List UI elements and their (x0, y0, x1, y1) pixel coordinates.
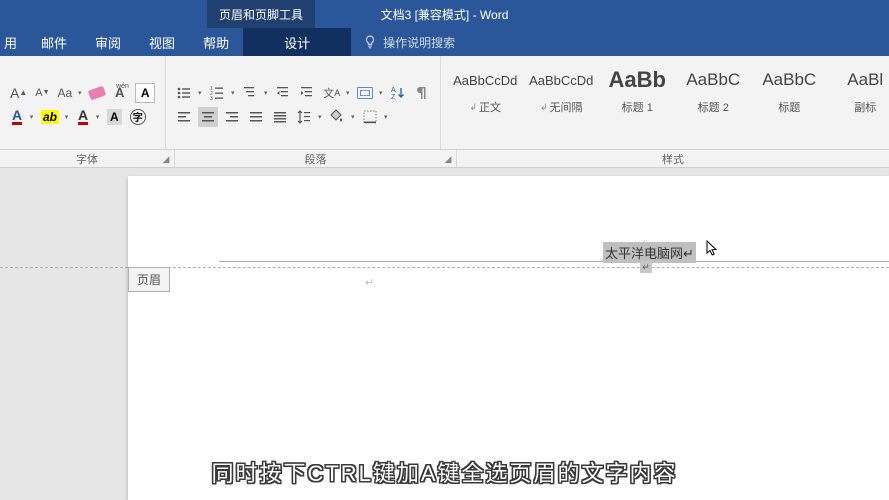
group-styles: AaBbCcDd↲正文AaBbCcDd↲无间隔AaBb标题 1AaBbC标题 2… (441, 56, 889, 149)
header-boundary-left (0, 267, 128, 268)
style-name-label: 标题 2 (698, 99, 729, 115)
tab-help[interactable]: 帮助 (189, 28, 243, 56)
clear-formatting-button[interactable] (87, 83, 107, 103)
paragraph-mark-icon: ↵ (365, 276, 374, 289)
increase-indent-button[interactable] (297, 83, 317, 103)
style-sample: AaBb (609, 61, 666, 99)
chevron-down-icon[interactable]: ▾ (262, 83, 269, 103)
distributed-button[interactable] (270, 107, 290, 127)
style-tile-3[interactable]: AaBbC标题 2 (679, 60, 747, 116)
tab-design[interactable]: 设计 (243, 28, 351, 56)
style-name-label: 副标 (854, 99, 876, 115)
style-sample: AaBl (847, 61, 883, 99)
ribbon-group-labels: 字体 ◢ 段落 ◢ 样式 (0, 150, 889, 168)
group-label-styles: 样式 (457, 150, 889, 167)
mouse-cursor-icon (705, 240, 721, 261)
chevron-down-icon[interactable]: ▾ (349, 107, 356, 127)
tell-me-search[interactable]: 操作说明搜索 (363, 34, 455, 51)
header-underline (219, 238, 889, 262)
change-case-button[interactable]: Aa (56, 83, 75, 103)
style-name-label: ↲正文 (469, 99, 501, 115)
header-boundary-line (128, 267, 889, 268)
highlight-button[interactable]: ab (39, 107, 61, 127)
tab-partial[interactable]: 用 (0, 28, 27, 56)
style-name-label: ↲无间隔 (540, 99, 583, 115)
chevron-down-icon[interactable]: ▾ (382, 107, 389, 127)
window-title: 文档3 [兼容模式] - Word (0, 6, 889, 23)
lightbulb-icon (363, 35, 377, 49)
document-workarea: 太平洋电脑网↵ ↵ ↵ 页眉 同时按下CTRL键加A键全选页眉的文字内容 (0, 168, 889, 500)
borders-button[interactable] (360, 107, 380, 127)
chevron-down-icon[interactable]: ▾ (229, 83, 236, 103)
multilevel-list-button[interactable] (240, 83, 260, 103)
ribbon-tabs: 用 邮件 审阅 视图 帮助 设计 操作说明搜索 (0, 28, 889, 56)
style-sample: AaBbCcDd (529, 61, 593, 99)
video-caption: 同时按下CTRL键加A键全选页眉的文字内容 (0, 456, 889, 488)
style-tile-1[interactable]: AaBbCcDd↲无间隔 (527, 60, 595, 116)
style-sample: AaBbCcDd (453, 61, 517, 99)
font-color-2-button[interactable]: A (74, 107, 92, 127)
style-name-label: 标题 1 (622, 99, 653, 115)
svg-text:3: 3 (210, 96, 213, 101)
bullets-button[interactable] (174, 83, 194, 103)
chevron-down-icon[interactable]: ▾ (344, 83, 351, 103)
chevron-down-icon[interactable]: ▾ (94, 107, 101, 127)
chevron-down-icon[interactable]: ▾ (76, 83, 83, 103)
phonetic-guide-button[interactable]: wénA (111, 83, 129, 103)
grow-font-button[interactable]: A▲ (8, 83, 29, 103)
style-name-label: 标题 (778, 99, 800, 115)
style-sample: AaBbC (686, 61, 740, 99)
style-tile-2[interactable]: AaBb标题 1 (603, 60, 671, 116)
document-page[interactable]: 太平洋电脑网↵ ↵ ↵ (128, 176, 889, 500)
paragraph-mark-icon: ↵ (640, 261, 652, 273)
svg-text:Z: Z (391, 94, 396, 101)
decrease-indent-button[interactable] (273, 83, 293, 103)
text-direction-button[interactable]: 文A (321, 83, 342, 103)
group-font: A▲ A▼ Aa▾ wénA A A▾ ab▾ A▾ A 字 (0, 56, 166, 149)
group-label-font: 字体 ◢ (0, 150, 175, 167)
chevron-down-icon[interactable]: ▾ (196, 83, 203, 103)
header-region-tag: 页眉 (128, 267, 170, 292)
line-spacing-button[interactable] (294, 107, 314, 127)
shrink-font-button[interactable]: A▼ (33, 83, 51, 103)
align-center-button[interactable] (198, 107, 218, 127)
eraser-icon (88, 85, 106, 100)
align-left-button[interactable] (174, 107, 194, 127)
character-border-button[interactable]: A (133, 83, 157, 103)
tell-me-label: 操作说明搜索 (383, 34, 455, 51)
show-hide-button[interactable] (412, 83, 432, 103)
tab-mailings[interactable]: 邮件 (27, 28, 81, 56)
asian-layout-button[interactable] (355, 83, 375, 103)
dialog-launcher-icon[interactable]: ◢ (160, 153, 172, 165)
sort-button[interactable]: AZ (388, 83, 408, 103)
chevron-down-icon[interactable]: ▾ (316, 107, 323, 127)
style-tile-5[interactable]: AaBl副标 (831, 60, 889, 116)
style-tile-0[interactable]: AaBbCcDd↲正文 (451, 60, 519, 116)
chevron-down-icon[interactable]: ▾ (63, 107, 70, 127)
chevron-down-icon[interactable]: ▾ (377, 83, 384, 103)
style-tile-4[interactable]: AaBbC标题 (755, 60, 823, 116)
bordered-a-icon: A (135, 83, 155, 103)
justify-button[interactable] (246, 107, 266, 127)
ruler-icon (357, 87, 373, 99)
header-selected-text[interactable]: 太平洋电脑网↵ (603, 242, 696, 263)
svg-text:A: A (391, 87, 396, 94)
numbering-button[interactable]: 123 (207, 83, 227, 103)
font-color-button[interactable]: A (8, 107, 26, 127)
contextual-tab-header-footer: 页眉和页脚工具 (207, 0, 315, 28)
group-label-paragraph: 段落 ◢ (175, 150, 457, 167)
align-right-button[interactable] (222, 107, 242, 127)
group-paragraph: ▾ 123▾ ▾ 文A▾ ▾ AZ ▾ ▾ ▾ (166, 56, 441, 149)
style-sample: AaBbC (762, 61, 816, 99)
shading-button[interactable] (327, 107, 347, 127)
tab-review[interactable]: 审阅 (81, 28, 135, 56)
chevron-down-icon[interactable]: ▾ (28, 107, 35, 127)
dialog-launcher-icon[interactable]: ◢ (442, 153, 454, 165)
character-shading-button[interactable]: A (105, 107, 124, 127)
title-bar: 页眉和页脚工具 文档3 [兼容模式] - Word (0, 0, 889, 28)
ribbon: A▲ A▼ Aa▾ wénA A A▾ ab▾ A▾ A 字 ▾ 123▾ ▾ (0, 56, 889, 150)
tab-view[interactable]: 视图 (135, 28, 189, 56)
enclose-characters-button[interactable]: 字 (128, 107, 148, 127)
styles-gallery[interactable]: AaBbCcDd↲正文AaBbCcDd↲无间隔AaBb标题 1AaBbC标题 2… (441, 56, 889, 116)
